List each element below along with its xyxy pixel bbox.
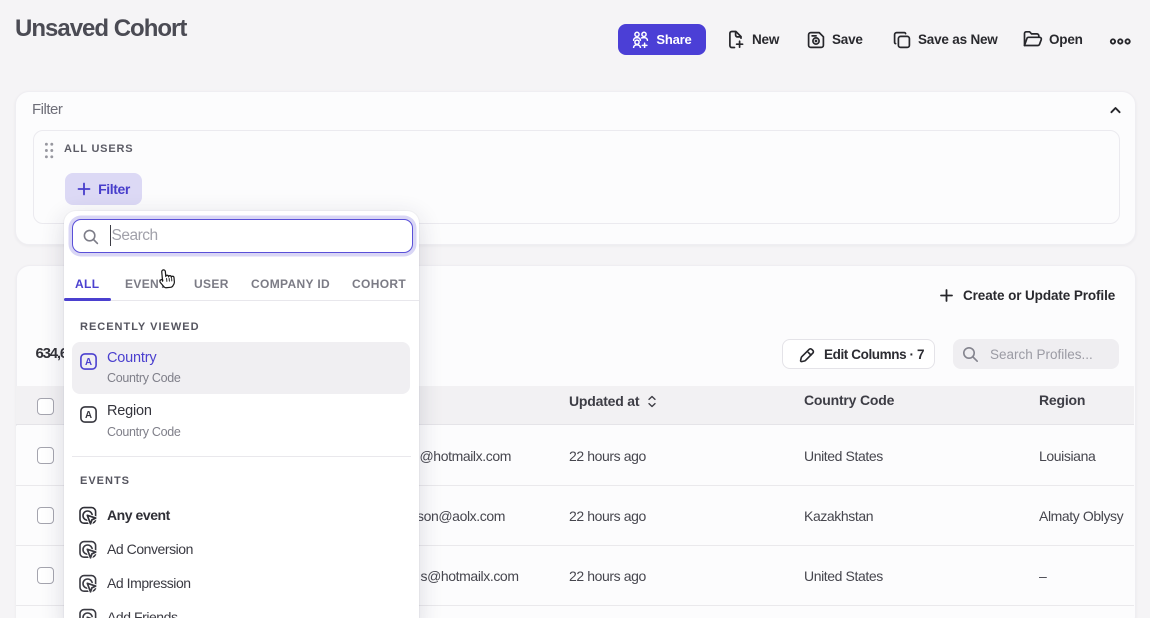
svg-text:A: A <box>85 410 92 421</box>
svg-text:A: A <box>85 357 92 368</box>
